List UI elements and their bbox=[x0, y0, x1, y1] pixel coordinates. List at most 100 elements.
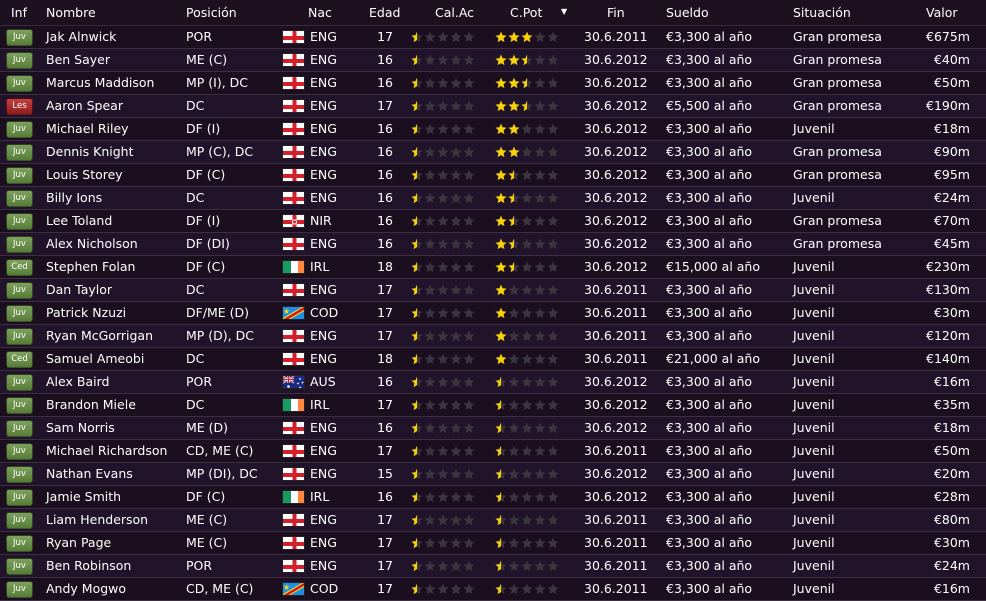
nationality-code[interactable]: COD bbox=[310, 578, 338, 600]
col-header-potential-ability[interactable]: C.Pot bbox=[510, 0, 542, 25]
table-row[interactable]: Juv Alex Baird POR AUS 16 30.6.2012 €3,300 al … bbox=[0, 371, 986, 394]
nationality-code[interactable]: ENG bbox=[310, 187, 337, 209]
col-header-value[interactable]: Valor bbox=[926, 0, 958, 25]
table-row[interactable]: Juv Louis Storey DF (C) ENG 16 30.6.2012 €3,30… bbox=[0, 164, 986, 187]
col-header-inf[interactable]: Inf bbox=[11, 0, 27, 25]
status-badge[interactable]: Juv bbox=[6, 397, 33, 414]
status-badge[interactable]: Juv bbox=[6, 144, 33, 161]
nationality-code[interactable]: IRL bbox=[310, 394, 329, 416]
table-row[interactable]: Juv Lee Toland DF (I) NIR 16 30.6.2012 €3,300 … bbox=[0, 210, 986, 233]
player-name-link[interactable]: Ryan McGorrigan bbox=[46, 325, 153, 347]
nationality-code[interactable]: NIR bbox=[310, 210, 332, 232]
col-header-current-ability[interactable]: Cal.Ac bbox=[435, 0, 474, 25]
nationality-code[interactable]: IRL bbox=[310, 486, 329, 508]
table-row[interactable]: Juv Alex Nicholson DF (DI) ENG 16 30.6.2012 €3… bbox=[0, 233, 986, 256]
table-row[interactable]: Ced Stephen Folan DF (C) IRL 18 30.6.2012 €15,… bbox=[0, 256, 986, 279]
player-name-link[interactable]: Samuel Ameobi bbox=[46, 348, 144, 370]
player-name-link[interactable]: Ryan Page bbox=[46, 532, 111, 554]
status-badge[interactable]: Juv bbox=[6, 535, 33, 552]
player-name-link[interactable]: Ben Sayer bbox=[46, 49, 110, 71]
player-name-link[interactable]: Jak Alnwick bbox=[46, 26, 116, 48]
status-badge[interactable]: Juv bbox=[6, 213, 33, 230]
table-row[interactable]: Juv Liam Henderson ME (C) ENG 17 30.6.2011 €3,… bbox=[0, 509, 986, 532]
nationality-code[interactable]: IRL bbox=[310, 256, 329, 278]
col-header-wage[interactable]: Sueldo bbox=[666, 0, 709, 25]
player-name-link[interactable]: Jamie Smith bbox=[46, 486, 121, 508]
player-name-link[interactable]: Billy Ions bbox=[46, 187, 102, 209]
nationality-code[interactable]: ENG bbox=[310, 72, 337, 94]
status-badge[interactable]: Juv bbox=[6, 282, 33, 299]
nationality-code[interactable]: ENG bbox=[310, 164, 337, 186]
player-name-link[interactable]: Louis Storey bbox=[46, 164, 123, 186]
player-name-link[interactable]: Dan Taylor bbox=[46, 279, 112, 301]
status-badge[interactable]: Juv bbox=[6, 558, 33, 575]
nationality-code[interactable]: AUS bbox=[310, 371, 336, 393]
status-badge[interactable]: Juv bbox=[6, 443, 33, 460]
nationality-code[interactable]: ENG bbox=[310, 141, 337, 163]
status-badge[interactable]: Juv bbox=[6, 75, 33, 92]
col-header-position[interactable]: Posición bbox=[186, 0, 237, 25]
table-row[interactable]: Juv Marcus Maddison MP (I), DC ENG 16 30.6.20… bbox=[0, 72, 986, 95]
status-badge[interactable]: Juv bbox=[6, 121, 33, 138]
player-name-link[interactable]: Alex Baird bbox=[46, 371, 109, 393]
nationality-code[interactable]: ENG bbox=[310, 279, 337, 301]
status-badge[interactable]: Juv bbox=[6, 328, 33, 345]
nationality-code[interactable]: ENG bbox=[310, 417, 337, 439]
nationality-code[interactable]: ENG bbox=[310, 26, 337, 48]
table-row[interactable]: Juv Brandon Miele DC IRL 17 30.6.2012 €3,300 a… bbox=[0, 394, 986, 417]
table-row[interactable]: Juv Jamie Smith DF (C) IRL 16 30.6.2012 €3,300… bbox=[0, 486, 986, 509]
table-row[interactable]: Juv Andy Mogwo CD, ME (C) COD 17 30.6.2011 €3,… bbox=[0, 578, 986, 601]
player-name-link[interactable]: Michael Riley bbox=[46, 118, 129, 140]
player-name-link[interactable]: Liam Henderson bbox=[46, 509, 148, 531]
table-row[interactable]: Juv Michael Richardson CD, ME (C) ENG 17 30.6… bbox=[0, 440, 986, 463]
player-name-link[interactable]: Patrick Nzuzi bbox=[46, 302, 126, 324]
table-row[interactable]: Juv Michael Riley DF (I) ENG 16 30.6.2012 €3,3… bbox=[0, 118, 986, 141]
status-badge[interactable]: Juv bbox=[6, 489, 33, 506]
nationality-code[interactable]: ENG bbox=[310, 49, 337, 71]
table-row[interactable]: Juv Sam Norris ME (D) ENG 16 30.6.2012 €3,300 … bbox=[0, 417, 986, 440]
table-row[interactable]: Juv Patrick Nzuzi DF/ME (D) COD 17 30.6.2011 €… bbox=[0, 302, 986, 325]
status-badge[interactable]: Ced bbox=[6, 259, 33, 276]
player-name-link[interactable]: Dennis Knight bbox=[46, 141, 133, 163]
nationality-code[interactable]: ENG bbox=[310, 348, 337, 370]
status-badge[interactable]: Juv bbox=[6, 581, 33, 598]
col-header-name[interactable]: Nombre bbox=[46, 0, 96, 25]
player-name-link[interactable]: Stephen Folan bbox=[46, 256, 135, 278]
table-row[interactable]: Juv Dan Taylor DC ENG 17 30.6.2011 €3,300 al a… bbox=[0, 279, 986, 302]
nationality-code[interactable]: ENG bbox=[310, 325, 337, 347]
status-badge[interactable]: Juv bbox=[6, 466, 33, 483]
player-name-link[interactable]: Aaron Spear bbox=[46, 95, 123, 117]
table-row[interactable]: Les Aaron Spear DC ENG 17 30.6.2012 €5,500 al … bbox=[0, 95, 986, 118]
col-header-contract-end[interactable]: Fin bbox=[607, 0, 625, 25]
nationality-code[interactable]: ENG bbox=[310, 95, 337, 117]
player-name-link[interactable]: Lee Toland bbox=[46, 210, 112, 232]
player-name-link[interactable]: Sam Norris bbox=[46, 417, 115, 439]
sort-descending-icon[interactable]: ▼ bbox=[561, 0, 567, 24]
nationality-code[interactable]: ENG bbox=[310, 440, 337, 462]
player-name-link[interactable]: Andy Mogwo bbox=[46, 578, 126, 600]
player-name-link[interactable]: Alex Nicholson bbox=[46, 233, 138, 255]
status-badge[interactable]: Les bbox=[6, 98, 33, 115]
player-name-link[interactable]: Michael Richardson bbox=[46, 440, 167, 462]
status-badge[interactable]: Juv bbox=[6, 167, 33, 184]
table-row[interactable]: Ced Samuel Ameobi DC ENG 18 30.6.2011 €21,000 … bbox=[0, 348, 986, 371]
status-badge[interactable]: Juv bbox=[6, 512, 33, 529]
nationality-code[interactable]: COD bbox=[310, 302, 338, 324]
nationality-code[interactable]: ENG bbox=[310, 233, 337, 255]
table-row[interactable]: Juv Ryan Page ME (C) ENG 17 30.6.2011 €3,300 a… bbox=[0, 532, 986, 555]
nationality-code[interactable]: ENG bbox=[310, 509, 337, 531]
table-row[interactable]: Juv Jak Alnwick POR ENG 17 30.6.2011 €3,300 al… bbox=[0, 26, 986, 49]
status-badge[interactable]: Juv bbox=[6, 236, 33, 253]
player-name-link[interactable]: Marcus Maddison bbox=[46, 72, 154, 94]
player-name-link[interactable]: Brandon Miele bbox=[46, 394, 136, 416]
player-name-link[interactable]: Nathan Evans bbox=[46, 463, 133, 485]
table-row[interactable]: Juv Ben Sayer ME (C) ENG 16 30.6.2012 €3,300 a… bbox=[0, 49, 986, 72]
nationality-code[interactable]: ENG bbox=[310, 463, 337, 485]
table-row[interactable]: Juv Ryan McGorrigan MP (D), DC ENG 17 30.6.20… bbox=[0, 325, 986, 348]
status-badge[interactable]: Juv bbox=[6, 420, 33, 437]
table-row[interactable]: Juv Dennis Knight MP (C), DC ENG 16 30.6.2012… bbox=[0, 141, 986, 164]
status-badge[interactable]: Juv bbox=[6, 305, 33, 322]
status-badge[interactable]: Juv bbox=[6, 374, 33, 391]
status-badge[interactable]: Juv bbox=[6, 52, 33, 69]
nationality-code[interactable]: ENG bbox=[310, 532, 337, 554]
